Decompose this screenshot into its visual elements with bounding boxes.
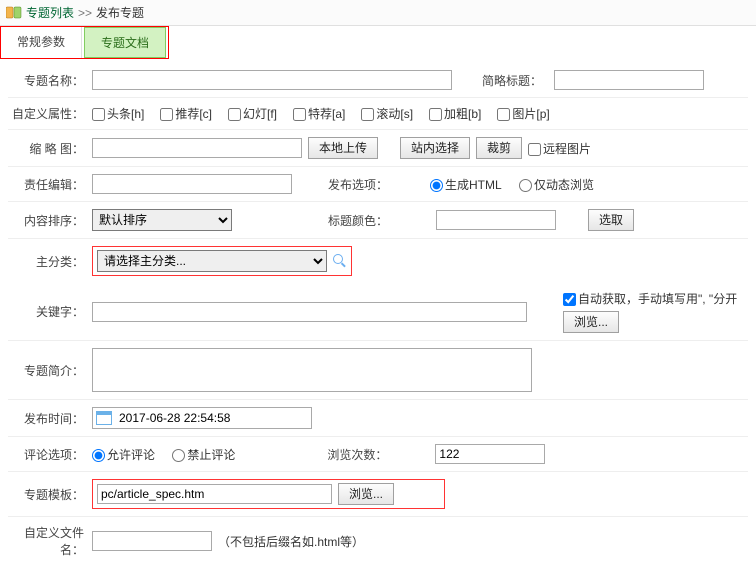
editor-input[interactable] [92,174,292,194]
custom-attr-checkbox-0[interactable] [92,108,105,121]
label-editor: 责任编辑： [8,176,92,193]
custom-file-hint: （不包括后缀名如.html等） [218,533,364,550]
title-color-input[interactable] [436,210,556,230]
site-select-button[interactable]: 站内选择 [400,137,470,159]
custom-attr-checkbox-1[interactable] [160,108,173,121]
label-thumb: 缩 略 图： [8,140,92,157]
custom-attr-checkbox-5[interactable] [429,108,442,121]
publish-time-field[interactable] [92,407,312,429]
label-main-category: 主分类： [8,253,92,270]
content-sort-select[interactable]: 默认排序 [92,209,232,231]
label-content-sort: 内容排序： [8,212,92,229]
breadcrumb-topic-list[interactable]: 专题列表 [26,4,74,21]
remote-image-checkbox[interactable] [528,143,541,156]
keywords-input[interactable] [92,302,527,322]
custom-attr-label: 特荐[a] [308,107,345,121]
crop-button[interactable]: 裁剪 [476,137,522,159]
label-forbid-comment: 禁止评论 [187,448,235,462]
label-custom-attr: 自定义属性： [8,105,92,122]
local-upload-button[interactable]: 本地上传 [308,137,378,159]
custom-attr-checkbox-6[interactable] [497,108,510,121]
keywords-browse-button[interactable]: 浏览... [563,311,619,333]
label-gen-html: 生成HTML [445,178,502,192]
search-icon[interactable] [333,254,347,268]
custom-attr-group: 头条[h] 推荐[c] 幻灯[f] 特荐[a] 滚动[s] 加粗[b] 图片[p] [92,105,748,122]
short-title-input[interactable] [554,70,704,90]
calendar-icon [96,411,112,425]
custom-attr-checkbox-4[interactable] [361,108,374,121]
custom-attr-checkbox-2[interactable] [228,108,241,121]
auto-fetch-checkbox[interactable] [563,293,576,306]
topic-name-input[interactable] [92,70,452,90]
allow-comment-radio[interactable] [92,449,105,462]
template-highlight: 浏览... [92,479,445,509]
label-title-color: 标题颜色： [328,212,394,229]
book-icon [6,6,22,20]
label-auto-fetch: 自动获取，手动填写用", "分开 [578,292,737,306]
custom-attr-label: 幻灯[f] [243,107,277,121]
breadcrumb: 专题列表 >> 发布专题 [0,0,756,26]
custom-attr-label: 头条[h] [107,107,144,121]
pick-color-button[interactable]: 选取 [588,209,634,231]
label-allow-comment: 允许评论 [107,448,155,462]
label-publish-opt: 发布选项： [328,176,394,193]
tab-general[interactable]: 常规参数 [1,27,82,58]
template-browse-button[interactable]: 浏览... [338,483,394,505]
main-category-highlight: 请选择主分类... [92,246,352,276]
label-custom-file: 自定义文件名： [8,524,92,558]
custom-attr-label: 推荐[c] [175,107,212,121]
publish-time-input[interactable] [116,409,308,427]
label-topic-name: 专题名称： [8,72,92,89]
main-category-select[interactable]: 请选择主分类... [97,250,327,272]
gen-html-radio[interactable] [430,179,443,192]
label-remote-image: 远程图片 [543,142,591,156]
tabs-highlight: 常规参数 专题文档 [0,26,169,59]
thumb-input[interactable] [92,138,302,158]
label-publish-time: 发布时间： [8,410,92,427]
template-input[interactable] [97,484,332,504]
label-keywords: 关键字： [8,303,92,320]
label-intro: 专题简介： [8,362,92,379]
tab-docs[interactable]: 专题文档 [84,27,166,58]
views-input[interactable] [435,444,545,464]
custom-attr-label: 图片[p] [512,107,549,121]
custom-attr-label: 加粗[b] [444,107,481,121]
dynamic-only-radio[interactable] [519,179,532,192]
label-short-title: 简略标题： [482,72,548,89]
breadcrumb-separator: >> [78,6,92,20]
breadcrumb-current: 发布专题 [96,4,144,21]
label-dynamic-only: 仅动态浏览 [534,178,594,192]
custom-file-input[interactable] [92,531,212,551]
intro-textarea[interactable] [92,348,532,392]
forbid-comment-radio[interactable] [172,449,185,462]
label-views: 浏览次数： [327,446,393,463]
custom-attr-checkbox-3[interactable] [293,108,306,121]
label-comment-opt: 评论选项： [8,446,92,463]
custom-attr-label: 滚动[s] [376,107,413,121]
